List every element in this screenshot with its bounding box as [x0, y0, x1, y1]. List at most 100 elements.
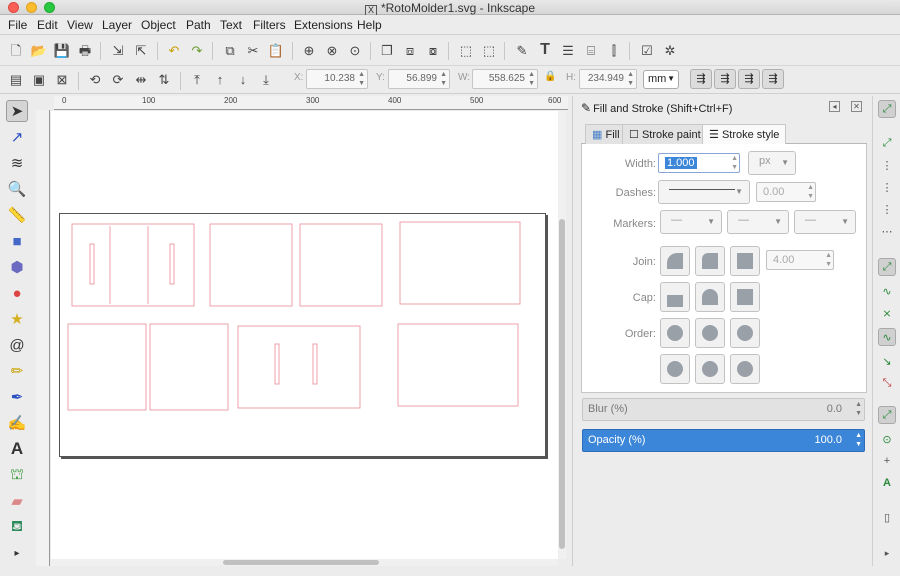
layers-icon[interactable]: ☰: [558, 40, 578, 60]
menu-edit[interactable]: Edit: [37, 18, 58, 32]
miter-join-icon[interactable]: [660, 246, 690, 276]
round-join-icon[interactable]: [695, 246, 725, 276]
transform-patterns-icon[interactable]: ⇶: [762, 69, 784, 89]
snap-bbox-edge-icon[interactable]: ⋮: [878, 156, 896, 174]
iconify-dock-icon[interactable]: ◂: [829, 101, 840, 112]
open-file-icon[interactable]: 📂: [29, 40, 49, 60]
measure-tool-icon[interactable]: 📏: [6, 204, 28, 226]
text-font-icon[interactable]: T: [535, 40, 555, 60]
more-snap-options-icon[interactable]: ▸: [878, 544, 896, 562]
tab-stroke-paint[interactable]: ☐ Stroke paint: [622, 124, 708, 144]
menu-view[interactable]: View: [67, 18, 93, 32]
save-icon[interactable]: 💾: [52, 40, 72, 60]
menu-layer[interactable]: Layer: [102, 18, 132, 32]
snap-bbox-corner-icon[interactable]: ⋮: [878, 178, 896, 196]
undo-icon[interactable]: ↶: [164, 40, 184, 60]
zoom-selection-icon[interactable]: ⊕: [299, 40, 319, 60]
rectangle-tool-icon[interactable]: ■: [6, 230, 28, 252]
export-icon[interactable]: ⇱: [131, 40, 151, 60]
fill-stroke-icon[interactable]: ✎: [512, 40, 532, 60]
new-document-icon[interactable]: 🗋: [6, 40, 26, 60]
rotate-ccw-icon[interactable]: ⟲: [85, 69, 105, 89]
menu-text[interactable]: Text: [220, 18, 242, 32]
vertical-scrollbar[interactable]: [558, 111, 566, 559]
cut-icon[interactable]: ✂: [243, 40, 263, 60]
menu-help[interactable]: Help: [357, 18, 382, 32]
align-distribute-icon[interactable]: ⫿: [604, 40, 624, 60]
part-outline[interactable]: [299, 223, 383, 307]
more-tools-icon[interactable]: ▸: [6, 542, 28, 564]
menu-object[interactable]: Object: [141, 18, 176, 32]
snap-line-midpoints-icon[interactable]: ⤡: [878, 374, 896, 392]
menu-file[interactable]: File: [8, 18, 27, 32]
scale-corners-icon[interactable]: ⇶: [714, 69, 736, 89]
paste-icon[interactable]: 📋: [266, 40, 286, 60]
height-field[interactable]: 234.949 ▲ ▼: [579, 69, 637, 89]
part-outline[interactable]: [399, 221, 521, 305]
snap-bbox-icon[interactable]: ⤢: [878, 134, 896, 152]
opacity-slider[interactable]: Opacity (%) 100.0 ▲ ▼: [582, 429, 865, 452]
duplicate-icon[interactable]: ❐: [377, 40, 397, 60]
selector-tool-icon[interactable]: ➤: [6, 100, 28, 122]
lower-icon[interactable]: ↓: [233, 69, 253, 89]
snap-cusp-nodes-icon[interactable]: ∿: [878, 328, 896, 346]
print-icon[interactable]: 🖶: [75, 40, 95, 60]
ungroup-icon[interactable]: ⬚: [479, 40, 499, 60]
scale-stroke-icon[interactable]: ⇶: [690, 69, 712, 89]
paint-order-markers-icon[interactable]: [730, 318, 760, 348]
enable-snapping-icon[interactable]: ⤢: [878, 100, 896, 118]
zoom-tool-icon[interactable]: 🔍: [6, 178, 28, 200]
blur-slider[interactable]: Blur (%) 0.0 ▲ ▼: [582, 398, 865, 421]
paint-order-stroke-fill-icon[interactable]: [695, 318, 725, 348]
round-cap-icon[interactable]: [695, 282, 725, 312]
mid-marker-select[interactable]: — ▼: [727, 210, 789, 234]
document-properties-icon[interactable]: ☑: [637, 40, 657, 60]
snap-paths-icon[interactable]: ∿: [878, 282, 896, 300]
snap-bbox-center-icon[interactable]: ⋯: [878, 222, 896, 240]
spray-tool-icon[interactable]: ⛫: [6, 464, 28, 486]
butt-cap-icon[interactable]: [660, 282, 690, 312]
width-unit-select[interactable]: px ▼: [748, 151, 796, 175]
close-dock-icon[interactable]: ✕: [851, 101, 862, 112]
copy-icon[interactable]: ⧉: [220, 40, 240, 60]
calligraphy-tool-icon[interactable]: ✍: [6, 412, 28, 434]
import-icon[interactable]: ⇲: [108, 40, 128, 60]
node-tool-icon[interactable]: ↗: [6, 126, 28, 148]
lower-to-bottom-icon[interactable]: ⤓: [256, 69, 276, 89]
menu-extensions[interactable]: Extensions: [294, 18, 353, 32]
snap-intersections-icon[interactable]: ⨯: [878, 304, 896, 322]
text-tool-icon[interactable]: A: [6, 438, 28, 460]
eraser-tool-icon[interactable]: ▰: [6, 490, 28, 512]
paint-bucket-tool-icon[interactable]: ⛾: [6, 516, 28, 538]
tab-fill[interactable]: ▦ Fill: [585, 124, 627, 144]
select-all-icon[interactable]: ▤: [6, 69, 26, 89]
3d-box-tool-icon[interactable]: ⬢: [6, 256, 28, 278]
drawing-canvas[interactable]: [51, 111, 558, 559]
flip-vertical-icon[interactable]: ⇅: [154, 69, 174, 89]
miter-limit-field[interactable]: 4.00 ▲ ▼: [766, 250, 834, 270]
part-outline[interactable]: [397, 323, 519, 407]
tab-stroke-style[interactable]: ☰ Stroke style: [702, 124, 787, 145]
snap-page-border-icon[interactable]: ▯: [878, 508, 896, 526]
dash-pattern-select[interactable]: ▼: [658, 180, 750, 204]
snap-rotation-center-icon[interactable]: +: [878, 452, 896, 470]
bevel-join-icon[interactable]: [730, 246, 760, 276]
tweak-tool-icon[interactable]: ≋: [6, 152, 28, 174]
part-outline[interactable]: [67, 323, 147, 411]
snap-text-baseline-icon[interactable]: A: [878, 474, 896, 492]
square-cap-icon[interactable]: [730, 282, 760, 312]
spiral-tool-icon[interactable]: @: [6, 334, 28, 356]
dash-offset-field[interactable]: 0.00 ▲ ▼: [756, 182, 816, 202]
part-outline[interactable]: [209, 223, 293, 307]
part-outline[interactable]: [237, 325, 361, 409]
paint-order-stroke-markers-icon[interactable]: [695, 354, 725, 384]
start-marker-select[interactable]: — ▼: [660, 210, 722, 234]
snap-smooth-nodes-icon[interactable]: ↘: [878, 352, 896, 370]
deselect-icon[interactable]: ⊠: [52, 69, 72, 89]
select-all-layers-icon[interactable]: ▣: [29, 69, 49, 89]
zoom-drawing-icon[interactable]: ⊗: [322, 40, 342, 60]
end-marker-select[interactable]: — ▼: [794, 210, 856, 234]
width-field[interactable]: 558.625 ▲ ▼: [472, 69, 538, 89]
paint-order-markers-first-icon[interactable]: [730, 354, 760, 384]
star-tool-icon[interactable]: ★: [6, 308, 28, 330]
